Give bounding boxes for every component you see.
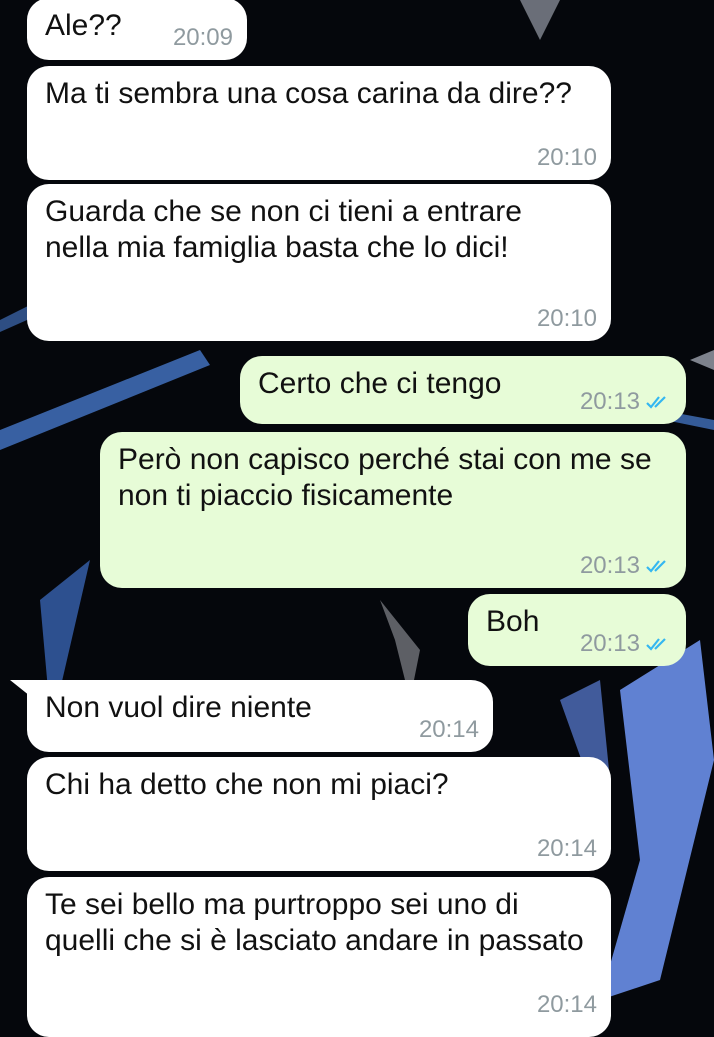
message-text: Te sei bello ma purtroppo sei uno di que… bbox=[45, 888, 584, 957]
message-bubble-incoming[interactable]: Te sei bello ma purtroppo sei uno di que… bbox=[27, 877, 611, 1037]
message-timestamp: 20:10 bbox=[536, 144, 597, 171]
message-text: Certo che ci tengo bbox=[258, 367, 502, 400]
message-bubble-outgoing[interactable]: Però non capisco perché stai con me se n… bbox=[100, 432, 686, 588]
message-timestamp: 20:13 bbox=[580, 388, 672, 416]
message-bubble-incoming[interactable]: Chi ha detto che non mi piaci? 20:14 bbox=[27, 757, 611, 871]
message-bubble-incoming[interactable]: Non vuol dire niente 20:14 bbox=[27, 680, 493, 752]
double-check-icon bbox=[646, 638, 666, 651]
message-timestamp: 20:10 bbox=[536, 305, 597, 332]
message-text: Ale?? bbox=[45, 9, 122, 42]
message-timestamp: 20:13 bbox=[580, 552, 672, 580]
message-timestamp: 20:13 bbox=[580, 630, 672, 658]
message-bubble-outgoing[interactable]: Boh 20:13 bbox=[468, 594, 686, 666]
message-text: Però non capisco perché stai con me se n… bbox=[118, 443, 660, 512]
message-bubble-outgoing[interactable]: Certo che ci tengo 20:13 bbox=[240, 356, 686, 424]
message-text: Boh bbox=[486, 605, 540, 638]
message-bubble-incoming[interactable]: Ma ti sembra una cosa carina da dire?? 2… bbox=[27, 66, 611, 180]
double-check-icon bbox=[646, 396, 666, 409]
message-bubble-incoming[interactable]: Ale?? 20:09 bbox=[27, 0, 247, 60]
message-timestamp: 20:14 bbox=[536, 835, 597, 862]
message-timestamp: 20:14 bbox=[418, 716, 479, 743]
message-text: Non vuol dire niente bbox=[45, 691, 312, 724]
message-timestamp: 20:14 bbox=[536, 991, 597, 1018]
message-text: Guarda che se non ci tieni a entrare nel… bbox=[45, 195, 531, 264]
message-bubble-incoming[interactable]: Guarda che se non ci tieni a entrare nel… bbox=[27, 184, 611, 341]
message-timestamp: 20:09 bbox=[172, 24, 233, 51]
message-text: Ma ti sembra una cosa carina da dire?? bbox=[45, 77, 572, 110]
message-text: Chi ha detto che non mi piaci? bbox=[45, 768, 449, 801]
double-check-icon bbox=[646, 560, 666, 573]
